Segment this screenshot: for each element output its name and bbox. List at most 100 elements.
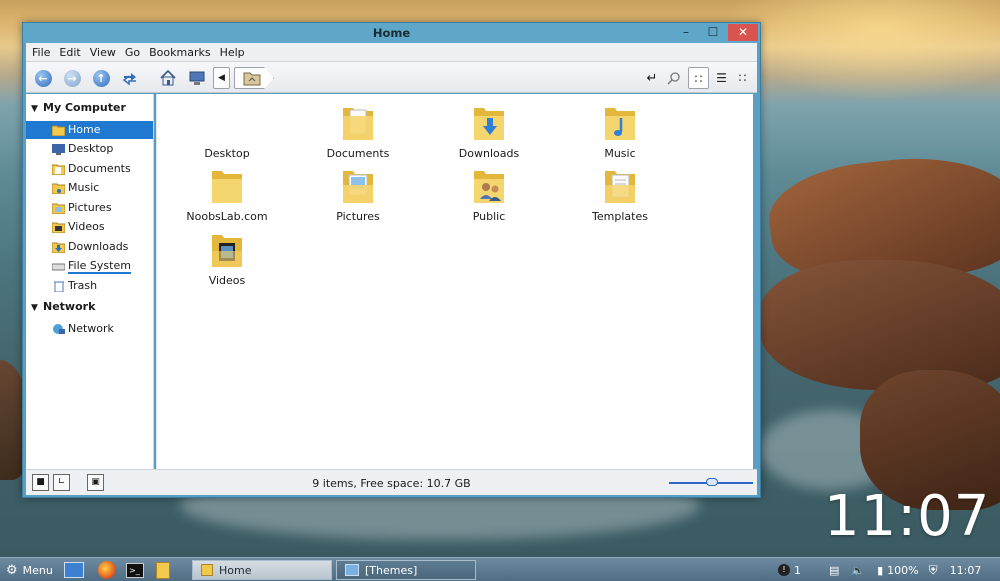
up-icon: ↑ bbox=[92, 69, 110, 87]
icon-view-icon: ∷ bbox=[694, 72, 703, 86]
compact-view-button[interactable]: ∷ bbox=[732, 67, 753, 89]
file-item-public[interactable]: Public bbox=[429, 165, 549, 225]
title-bar[interactable]: Home – ☐ ✕ bbox=[23, 23, 760, 43]
menu-edit[interactable]: Edit bbox=[59, 46, 80, 59]
sidebar-item-home[interactable]: Home bbox=[26, 121, 153, 139]
menu-go[interactable]: Go bbox=[125, 46, 140, 59]
menu-button[interactable]: ⚙ Menu bbox=[6, 560, 53, 580]
task-themes[interactable]: [Themes] bbox=[336, 560, 476, 580]
file-item-music[interactable]: Music bbox=[560, 102, 680, 162]
notification-count: 1 bbox=[794, 563, 801, 577]
folder-icon bbox=[212, 171, 242, 203]
back-button[interactable]: ← bbox=[33, 68, 53, 88]
forward-icon: → bbox=[63, 69, 81, 87]
file-item-videos[interactable]: Videos bbox=[167, 229, 287, 289]
network-icon bbox=[53, 324, 65, 334]
minimize-button[interactable]: – bbox=[673, 24, 699, 41]
shield-icon[interactable]: ⛨ bbox=[929, 563, 938, 578]
file-item-pictures[interactable]: Pictures bbox=[298, 165, 418, 225]
compact-view-icon: ∷ bbox=[738, 71, 747, 85]
search-icon bbox=[667, 72, 680, 85]
network-icon[interactable]: ▤ bbox=[829, 564, 839, 577]
downloads-folder-icon bbox=[52, 242, 65, 253]
music-folder-icon bbox=[605, 108, 635, 140]
folder-icon bbox=[156, 561, 170, 579]
menu-help[interactable]: Help bbox=[220, 46, 245, 59]
show-desktop-launcher[interactable] bbox=[64, 560, 84, 580]
files-launcher[interactable] bbox=[156, 560, 170, 580]
sidebar-item-music[interactable]: Music bbox=[26, 179, 153, 197]
rock bbox=[760, 260, 1000, 390]
firefox-icon bbox=[98, 561, 116, 579]
home-icon bbox=[160, 69, 176, 86]
battery-icon[interactable]: ▮ bbox=[877, 564, 883, 577]
breadcrumb-back-button[interactable]: ◀ bbox=[213, 67, 230, 89]
reload-icon bbox=[122, 73, 136, 86]
documents-folder-icon bbox=[343, 108, 373, 140]
list-view-icon: ☰ bbox=[716, 71, 727, 85]
expander-icon: ▼ bbox=[31, 303, 38, 313]
task-home[interactable]: Home bbox=[192, 560, 332, 580]
maximize-button[interactable]: ☐ bbox=[700, 24, 726, 41]
taskbar-clock[interactable]: 11:07 bbox=[950, 564, 982, 577]
downloads-folder-icon bbox=[474, 108, 504, 140]
close-button[interactable]: ✕ bbox=[728, 24, 758, 41]
menu-file[interactable]: File bbox=[32, 46, 50, 59]
toolbar: ← → ↑ ◀ ↵ ∷ ☰ ∷ bbox=[26, 61, 757, 93]
sidebar-item-videos[interactable]: Videos bbox=[26, 218, 153, 236]
themes-icon bbox=[345, 564, 359, 576]
menu-view[interactable]: View bbox=[90, 46, 116, 59]
music-folder-icon bbox=[52, 183, 65, 194]
computer-button[interactable] bbox=[187, 68, 207, 88]
sidebar-section-my-computer[interactable]: ▼ My Computer bbox=[31, 101, 126, 114]
sky-glow bbox=[720, 0, 1000, 100]
toggle-location-icon: ↵ bbox=[646, 70, 658, 86]
zoom-slider-handle[interactable] bbox=[706, 478, 718, 486]
desktop-icon bbox=[64, 562, 84, 578]
home-button[interactable] bbox=[158, 68, 178, 88]
terminal-icon: >_ bbox=[126, 562, 144, 578]
sidebar-item-documents[interactable]: Documents bbox=[26, 160, 153, 178]
notification-icon[interactable]: ! bbox=[778, 564, 790, 576]
public-folder-icon bbox=[474, 171, 504, 203]
sidebar-item-desktop[interactable]: Desktop bbox=[26, 140, 153, 158]
sidebar-item-network[interactable]: Network bbox=[26, 320, 153, 338]
list-view-button[interactable]: ☰ bbox=[711, 67, 732, 89]
gear-icon: ⚙ bbox=[6, 562, 18, 578]
sidebar-item-downloads[interactable]: Downloads bbox=[26, 238, 153, 256]
up-button[interactable]: ↑ bbox=[91, 68, 111, 88]
desktop-clock: 11:07 bbox=[824, 484, 991, 549]
videos-folder-icon bbox=[52, 222, 65, 233]
toggle-location-button[interactable]: ↵ bbox=[642, 68, 662, 88]
volume-icon[interactable]: 🔈 bbox=[851, 564, 865, 577]
sidebar-item-file-system[interactable]: File System bbox=[26, 257, 153, 275]
status-text: 9 items, Free space: 10.7 GB bbox=[312, 477, 471, 490]
pictures-folder-icon bbox=[52, 203, 65, 214]
search-button[interactable] bbox=[664, 68, 684, 88]
sidebar-item-trash[interactable]: Trash bbox=[26, 277, 153, 295]
videos-folder-icon bbox=[212, 235, 242, 267]
system-tray: ! 1 ▤ 🔈 ▮ 100% ⛨ 11:07 bbox=[778, 561, 981, 579]
breadcrumb-home[interactable] bbox=[234, 67, 274, 89]
icon-view-button[interactable]: ∷ bbox=[688, 67, 709, 89]
file-item-documents[interactable]: Documents bbox=[298, 102, 418, 162]
reload-button[interactable] bbox=[120, 68, 140, 88]
file-item-desktop[interactable]: Desktop bbox=[167, 102, 287, 162]
menu-bookmarks[interactable]: Bookmarks bbox=[149, 46, 210, 59]
file-item-noobslab[interactable]: NoobsLab.com bbox=[167, 165, 287, 225]
sidebar-item-pictures[interactable]: Pictures bbox=[26, 199, 153, 217]
forward-button[interactable]: → bbox=[62, 68, 82, 88]
drive-icon bbox=[52, 263, 65, 271]
documents-folder-icon bbox=[52, 164, 65, 175]
firefox-launcher[interactable] bbox=[98, 560, 116, 580]
desktop-icon bbox=[52, 144, 65, 155]
sidebar-section-network[interactable]: ▼ Network bbox=[31, 300, 95, 313]
templates-folder-icon bbox=[605, 171, 635, 203]
computer-icon bbox=[189, 71, 205, 85]
terminal-launcher[interactable]: >_ bbox=[126, 560, 144, 580]
back-icon: ← bbox=[34, 69, 52, 87]
file-item-downloads[interactable]: Downloads bbox=[429, 102, 549, 162]
file-manager-window: Home – ☐ ✕ File Edit View Go Bookmarks H… bbox=[22, 22, 761, 498]
file-item-templates[interactable]: Templates bbox=[560, 165, 680, 225]
file-view: Desktop Documents Downloads Music NoobsL… bbox=[156, 94, 753, 469]
